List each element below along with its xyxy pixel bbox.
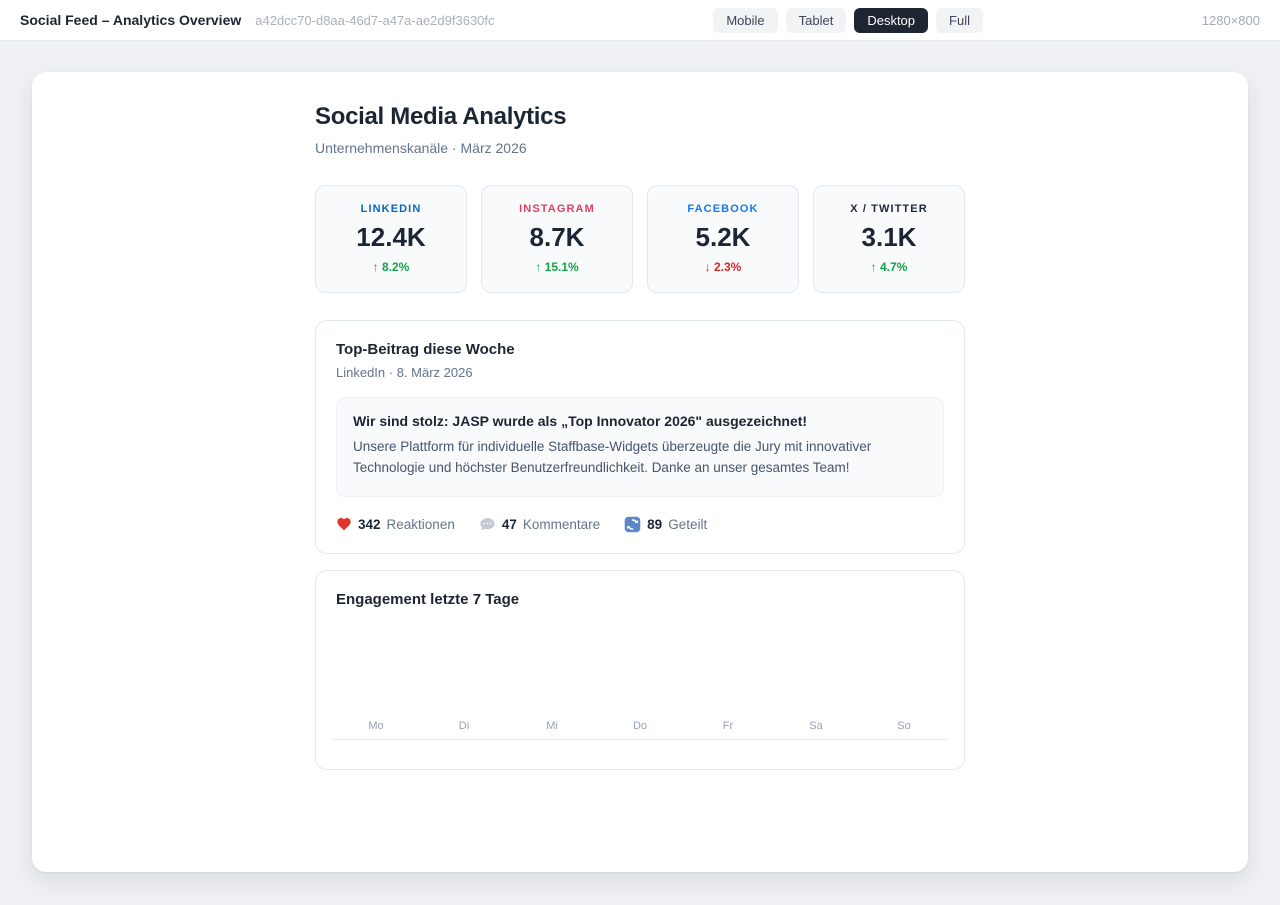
chart-baseline — [332, 739, 948, 740]
platform-name: INSTAGRAM — [488, 203, 626, 215]
device-button-tablet[interactable]: Tablet — [786, 8, 847, 33]
reactions-stat: 342 Reaktionen — [336, 516, 455, 532]
circular-arrows-icon — [624, 516, 641, 533]
comments-count: 47 — [502, 517, 517, 532]
chart-day-label: Mi — [508, 720, 596, 732]
chart-day-label: So — [860, 720, 948, 732]
post-content-box: Wir sind stolz: JASP wurde als „Top Inno… — [336, 397, 944, 497]
page-title: Social Media Analytics — [315, 103, 965, 131]
preview-frame: Social Media Analytics Unternehmenskanäl… — [32, 72, 1248, 872]
heart-icon — [336, 516, 352, 532]
follower-count: 3.1K — [820, 222, 958, 253]
post-body-text: Unsere Plattform für individuelle Staffb… — [353, 437, 927, 479]
shares-stat: 89 Geteilt — [624, 516, 707, 533]
trend-delta: ↑ 4.7% — [820, 260, 958, 274]
platform-stat-card: FACEBOOK 5.2K ↓ 2.3% — [647, 185, 799, 293]
reactions-label: Reaktionen — [387, 517, 455, 532]
platform-stat-card: INSTAGRAM 8.7K ↑ 15.1% — [481, 185, 633, 293]
chart-day-label: Sa — [772, 720, 860, 732]
trend-delta: ↑ 15.1% — [488, 260, 626, 274]
chart-day-label: Fr — [684, 720, 772, 732]
device-button-mobile[interactable]: Mobile — [713, 8, 777, 33]
page-subtitle: Unternehmenskanäle · März 2026 — [315, 140, 965, 156]
shares-count: 89 — [647, 517, 662, 532]
follower-count: 12.4K — [322, 222, 460, 253]
engagement-panel: Engagement letzte 7 Tage Mo Di Mi Do Fr … — [315, 570, 965, 770]
engagement-chart-plot — [336, 608, 944, 720]
device-button-desktop[interactable]: Desktop — [854, 8, 928, 33]
analytics-content: Social Media Analytics Unternehmenskanäl… — [315, 72, 965, 770]
speech-bubble-icon — [479, 516, 496, 533]
top-post-panel: Top-Beitrag diese Woche LinkedIn · 8. Mä… — [315, 320, 965, 554]
chart-day-label: Do — [596, 720, 684, 732]
trend-delta: ↑ 8.2% — [322, 260, 460, 274]
platform-stat-card: LINKEDIN 12.4K ↑ 8.2% — [315, 185, 467, 293]
comments-label: Kommentare — [523, 517, 600, 532]
chart-day-label: Di — [420, 720, 508, 732]
trend-delta: ↓ 2.3% — [654, 260, 792, 274]
top-post-meta: LinkedIn · 8. März 2026 — [336, 365, 944, 380]
chart-day-labels: Mo Di Mi Do Fr Sa So — [332, 720, 948, 732]
viewport-size-label: 1280×800 — [1202, 13, 1260, 28]
app-title: Social Feed – Analytics Overview — [20, 12, 241, 28]
topbar: Social Feed – Analytics Overview a42dcc7… — [0, 0, 1280, 41]
platform-name: LINKEDIN — [322, 203, 460, 215]
post-headline: Wir sind stolz: JASP wurde als „Top Inno… — [353, 413, 927, 429]
reactions-count: 342 — [358, 517, 381, 532]
platform-stats-row: LINKEDIN 12.4K ↑ 8.2% INSTAGRAM 8.7K ↑ 1… — [315, 185, 965, 293]
chart-day-label: Mo — [332, 720, 420, 732]
topbar-left: Social Feed – Analytics Overview a42dcc7… — [20, 12, 495, 28]
session-id: a42dcc70-d8aa-46d7-a47a-ae2d9f3630fc — [255, 13, 494, 28]
post-stats-row: 342 Reaktionen 47 Kommentare 89 Geteilt — [336, 516, 944, 533]
device-button-full[interactable]: Full — [936, 8, 983, 33]
top-post-title: Top-Beitrag diese Woche — [336, 341, 944, 358]
follower-count: 8.7K — [488, 222, 626, 253]
platform-name: X / TWITTER — [820, 203, 958, 215]
platform-stat-card: X / TWITTER 3.1K ↑ 4.7% — [813, 185, 965, 293]
follower-count: 5.2K — [654, 222, 792, 253]
engagement-title: Engagement letzte 7 Tage — [336, 591, 944, 608]
shares-label: Geteilt — [668, 517, 707, 532]
comments-stat: 47 Kommentare — [479, 516, 600, 533]
platform-name: FACEBOOK — [654, 203, 792, 215]
device-toggle-group: Mobile Tablet Desktop Full — [713, 8, 983, 33]
